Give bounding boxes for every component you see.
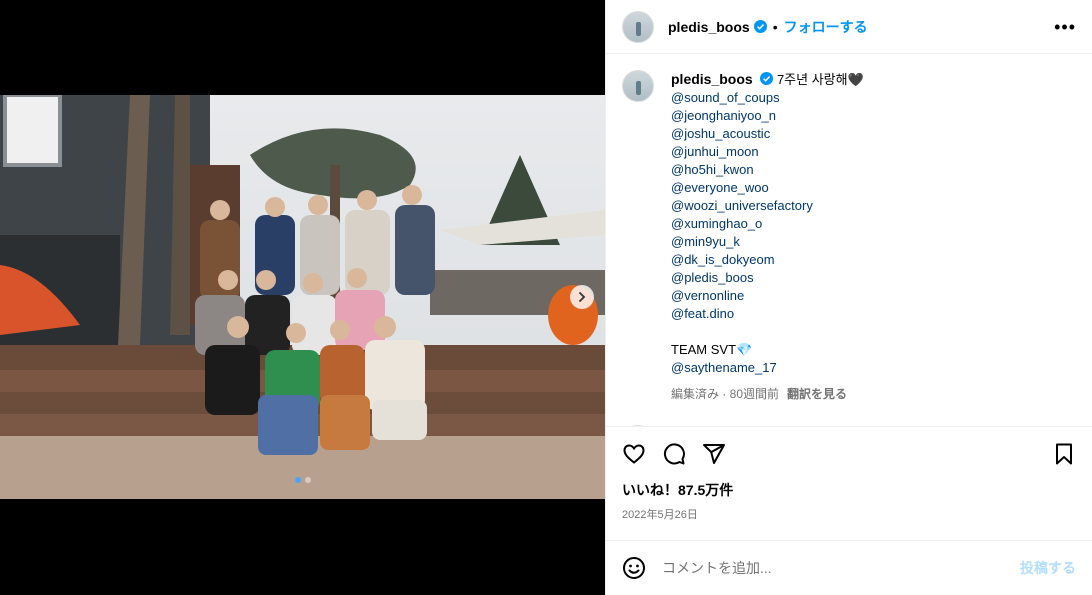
mention-link[interactable]: @woozi_universefactory (671, 197, 864, 215)
mention-link[interactable]: @everyone_woo (671, 179, 864, 197)
mention-link[interactable]: @jeonghaniyoo_n (671, 107, 864, 125)
edited-time: 編集済み · 80週間前 (671, 387, 780, 401)
add-comment-bar: 投稿する (606, 540, 1092, 595)
save-button[interactable] (1052, 442, 1076, 466)
follow-button[interactable]: フォローする (784, 17, 868, 37)
comment-input[interactable] (660, 559, 1020, 577)
next-slide-button[interactable] (570, 285, 594, 309)
verified-badge-icon (760, 72, 774, 85)
heart-icon (623, 443, 645, 464)
post-header: pledis_boos • フォローする ••• (606, 0, 1092, 54)
bookmark-icon (1056, 443, 1072, 464)
action-bar (606, 426, 1092, 480)
like-button[interactable] (622, 442, 646, 466)
post-date[interactable]: 2022年5月26日 (606, 500, 1092, 522)
mention-link[interactable]: @ho5hi_kwon (671, 161, 864, 179)
caption-body: pledis_boos 7주년 사랑해🖤 @sound_of_coups @je… (671, 70, 864, 403)
caption-meta: 編集済み · 80週間前 翻訳を見る (671, 385, 864, 403)
carousel-dot (294, 477, 301, 483)
verified-badge-icon (753, 20, 767, 33)
mention-link[interactable]: @vernonline (671, 287, 864, 305)
carousel-dot (304, 477, 311, 483)
avatar[interactable] (622, 10, 654, 43)
more-options-icon[interactable]: ••• (1054, 18, 1076, 36)
chevron-right-icon (579, 292, 586, 302)
caption: pledis_boos 7주년 사랑해🖤 @sound_of_coups @je… (622, 70, 1076, 403)
translate-link[interactable]: 翻訳を見る (787, 387, 847, 401)
mention-link[interactable]: @junhui_moon (671, 143, 864, 161)
avatar[interactable] (622, 70, 654, 102)
post-photo[interactable] (0, 95, 605, 499)
comment-icon (663, 442, 685, 464)
mention-link[interactable]: @xuminghao_o (671, 215, 864, 233)
mention-link[interactable]: @sound_of_coups (671, 89, 864, 107)
post-comment-button[interactable]: 投稿する (1020, 558, 1076, 578)
mention-link[interactable]: @pledis_boos (671, 269, 864, 287)
comments-area[interactable]: pledis_boos 7주년 사랑해🖤 @sound_of_coups @je… (606, 54, 1092, 426)
share-icon (703, 443, 725, 464)
share-button[interactable] (702, 442, 726, 466)
comment-item: rhdms_ly ❤ (622, 425, 1076, 426)
mention-link[interactable]: @min9yu_k (671, 233, 864, 251)
mention-link[interactable]: @feat.dino (671, 305, 864, 323)
group-photo-illustration (0, 95, 605, 499)
caption-text: 7주년 사랑해🖤 (776, 72, 864, 87)
header-username[interactable]: pledis_boos (668, 19, 750, 35)
emoji-button[interactable] (622, 556, 646, 580)
separator-dot: • (772, 18, 778, 35)
caption-username[interactable]: pledis_boos (671, 71, 753, 87)
carousel-indicator (0, 477, 605, 483)
like-count[interactable]: いいね！87.5万件 (606, 480, 1092, 500)
comment-button[interactable] (662, 442, 686, 466)
mention-link[interactable]: @saythename_17 (671, 359, 864, 377)
post-side-panel: pledis_boos • フォローする ••• pledis_boos 7주년… (605, 0, 1092, 595)
post-media (0, 0, 605, 595)
mention-link[interactable]: @dk_is_dokyeom (671, 251, 864, 269)
team-text: TEAM SVT💎 (671, 342, 753, 357)
mention-link[interactable]: @joshu_acoustic (671, 125, 864, 143)
avatar[interactable] (622, 425, 654, 426)
emoji-icon (623, 557, 645, 579)
